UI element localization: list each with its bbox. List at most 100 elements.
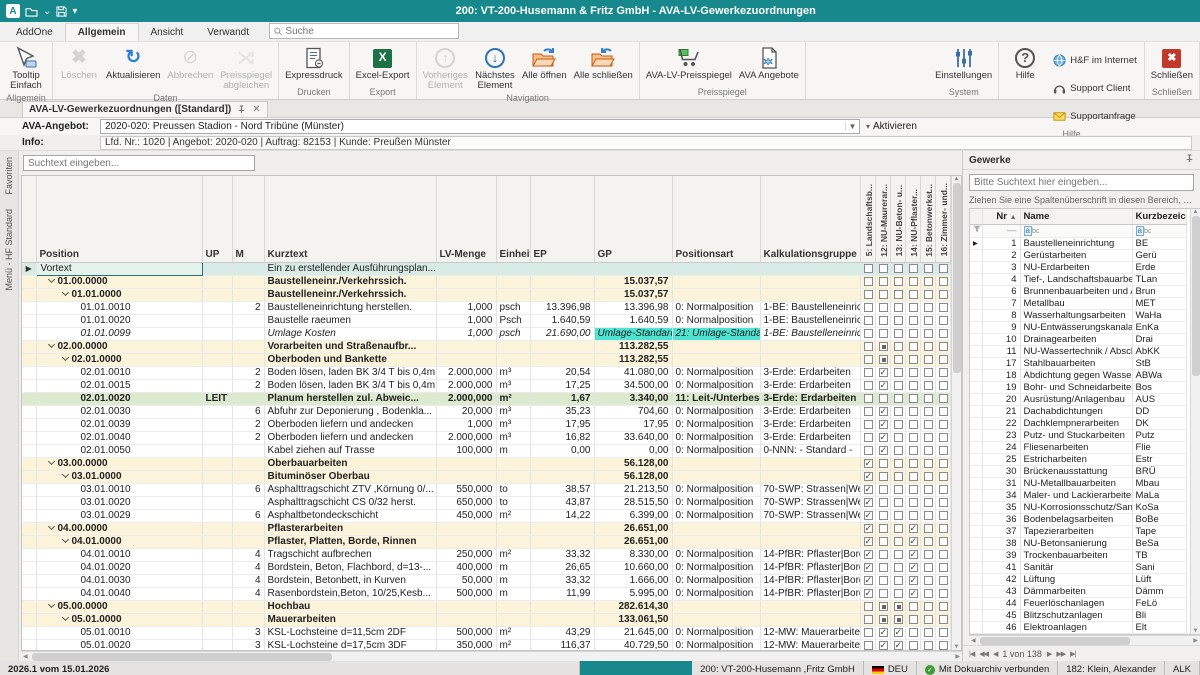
cell-up[interactable] <box>202 626 232 639</box>
gewerk-checkbox[interactable] <box>939 264 948 273</box>
gewerk-checkbox[interactable] <box>864 290 873 299</box>
cell-gp[interactable]: 113.282,55 <box>594 340 672 353</box>
gewerk-checkbox[interactable] <box>879 459 888 468</box>
gewerk-checkbox[interactable] <box>864 511 873 520</box>
cell-einheit[interactable] <box>496 288 530 301</box>
cell-lv-menge[interactable]: 20,000 <box>436 405 496 418</box>
gewerk-checkbox[interactable] <box>879 381 888 390</box>
cell-position[interactable]: 01.00.0000 <box>36 275 202 288</box>
gewerk-checkbox[interactable] <box>864 277 873 286</box>
gewerk-checkbox[interactable] <box>939 329 948 338</box>
cell-kurztext[interactable]: Umlage Kosten <box>264 327 436 340</box>
hilfe-button[interactable]: ?Hilfe <box>1002 44 1048 82</box>
cell-positionsart[interactable] <box>672 262 760 275</box>
cell-up[interactable] <box>202 431 232 444</box>
gewerk-checkbox[interactable] <box>894 472 903 481</box>
column-header-positionsart[interactable]: Positionsart <box>672 176 760 262</box>
cell-kurztext[interactable]: Bituminöser Oberbau <box>264 470 436 483</box>
cell-position[interactable]: 05.01.0010 <box>36 626 202 639</box>
gewerk-checkbox[interactable] <box>879 446 888 455</box>
cell-ep[interactable] <box>530 457 594 470</box>
gewerk-checkbox[interactable] <box>879 264 888 273</box>
gewerk-checkbox[interactable] <box>924 290 933 299</box>
cell-kalkulationsgruppe[interactable] <box>760 600 860 613</box>
cell-m[interactable]: 2 <box>232 431 264 444</box>
cell-positionsart[interactable]: 0: Normalposition <box>672 639 760 650</box>
cell-positionsart[interactable]: 0: Normalposition <box>672 418 760 431</box>
statusbar-user[interactable]: 182: Klein, Alexander <box>1058 661 1165 675</box>
gewerk-checkbox[interactable] <box>939 277 948 286</box>
cell-positionsart[interactable]: 0: Normalposition <box>672 379 760 392</box>
gewerk-checkbox[interactable] <box>864 316 873 325</box>
cell-ep[interactable]: 1.640,59 <box>530 314 594 327</box>
cell-ep[interactable]: 116,37 <box>530 639 594 650</box>
gewerk-checkbox[interactable] <box>924 316 933 325</box>
cell-einheit[interactable]: m² <box>496 626 530 639</box>
cell-positionsart[interactable]: 0: Normalposition <box>672 366 760 379</box>
gewerk-checkbox[interactable] <box>924 446 933 455</box>
gewerke-row[interactable]: 7MetallbauMET <box>970 297 1186 309</box>
cell-einheit[interactable]: m² <box>496 548 530 561</box>
cell-position[interactable]: 02.01.0039 <box>36 418 202 431</box>
cell-lv-menge[interactable]: 650,000 <box>436 496 496 509</box>
abbrechen-button[interactable]: ⊘Abbrechen <box>164 44 216 82</box>
grid-row[interactable]: 03.01.0020Asphalttragschicht CS 0/32 her… <box>22 496 950 509</box>
grid-vertical-scrollbar[interactable]: ▲▼ <box>951 176 961 650</box>
grid-row[interactable]: 02.01.00392Oberboden liefern und andecke… <box>22 418 950 431</box>
gewerk-checkbox[interactable] <box>894 342 903 351</box>
gewerke-row[interactable]: ▸1BaustelleneinrichtungBE <box>970 237 1186 249</box>
cell-lv-menge[interactable] <box>436 262 496 275</box>
cell-lv-menge[interactable]: 550,000 <box>436 483 496 496</box>
gewerk-checkbox[interactable] <box>939 576 948 585</box>
gewerke-row[interactable]: 21DachabdichtungenDD <box>970 405 1186 417</box>
sidebar-tab-favoriten[interactable]: Favoriten <box>4 157 14 195</box>
gewerk-checkbox[interactable] <box>924 602 933 611</box>
cell-kalkulationsgruppe[interactable]: 0-NNN: - Standard - <box>760 444 860 457</box>
cell-up[interactable] <box>202 561 232 574</box>
cell-positionsart[interactable]: 0: Normalposition <box>672 496 760 509</box>
gewerk-checkbox[interactable] <box>939 407 948 416</box>
cell-lv-menge[interactable] <box>436 613 496 626</box>
ava-angebote-button[interactable]: AVA Angebote <box>736 44 802 82</box>
angebot-combobox[interactable]: 2020-020: Preussen Stadion - Nord Tribün… <box>100 119 860 134</box>
cell-m[interactable]: 2 <box>232 366 264 379</box>
gewerk-checkbox[interactable] <box>894 602 903 611</box>
cell-gp[interactable]: 282.614,30 <box>594 600 672 613</box>
close-tab-icon[interactable]: ✕ <box>252 104 260 115</box>
tab-verwandt[interactable]: Verwandt <box>195 24 261 41</box>
cell-ep[interactable]: 33,32 <box>530 548 594 561</box>
cell-ep[interactable]: 17,95 <box>530 418 594 431</box>
cell-einheit[interactable]: m <box>496 574 530 587</box>
cell-kalkulationsgruppe[interactable]: 70-SWP: Strassen|Wege|... <box>760 509 860 522</box>
gewerk-checkbox[interactable] <box>879 394 888 403</box>
gewerk-checkbox[interactable] <box>909 511 918 520</box>
cell-ep[interactable] <box>530 275 594 288</box>
cell-up[interactable] <box>202 353 232 366</box>
cell-gp[interactable] <box>594 262 672 275</box>
cell-einheit[interactable] <box>496 340 530 353</box>
cell-m[interactable]: 3 <box>232 626 264 639</box>
grid-row[interactable]: 03.01.00296Asphaltbetondeckschicht450,00… <box>22 509 950 522</box>
gewerk-checkbox[interactable] <box>909 420 918 429</box>
cell-gp[interactable]: 113.282,55 <box>594 353 672 366</box>
cell-positionsart[interactable] <box>672 535 760 548</box>
gewerk-checkbox[interactable] <box>879 472 888 481</box>
gewerk-checkbox[interactable] <box>909 550 918 559</box>
gewerk-checkbox[interactable] <box>894 524 903 533</box>
cell-einheit[interactable]: m² <box>496 392 530 405</box>
tab-ansicht[interactable]: Ansicht <box>139 24 196 41</box>
gewerk-checkbox[interactable] <box>864 628 873 637</box>
grid-row[interactable]: 05.00.0000Hochbau282.614,30 <box>22 600 950 613</box>
gewerk-checkbox[interactable] <box>924 472 933 481</box>
gewerk-checkbox[interactable] <box>864 524 873 533</box>
save-icon[interactable] <box>56 6 67 17</box>
cell-gp[interactable]: 33.640,00 <box>594 431 672 444</box>
cell-kalkulationsgruppe[interactable]: 14-PfBR: Pflaster|Borde|... <box>760 587 860 600</box>
gewerk-checkbox[interactable] <box>894 628 903 637</box>
gewerk-checkbox[interactable] <box>894 576 903 585</box>
gewerke-row[interactable]: 41SanitärSani <box>970 561 1186 573</box>
cell-ep[interactable]: 20,54 <box>530 366 594 379</box>
cell-position[interactable]: 03.01.0000 <box>36 470 202 483</box>
gewerke-row[interactable]: 39TrockenbauarbeitenTB <box>970 549 1186 561</box>
cell-positionsart[interactable]: 0: Normalposition <box>672 483 760 496</box>
